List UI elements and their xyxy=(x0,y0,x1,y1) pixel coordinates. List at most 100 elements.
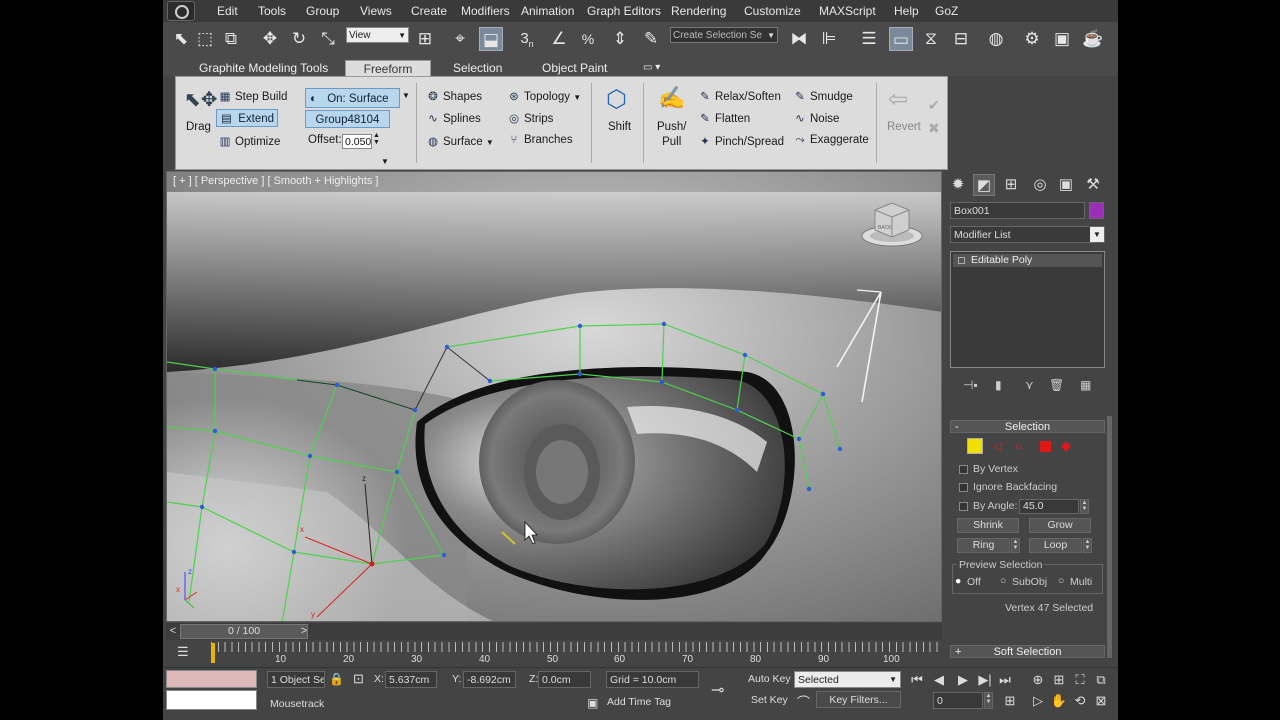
by-angle-spinner[interactable]: ▲ ▼ xyxy=(1080,499,1089,514)
keyboard-shortcut-override-icon[interactable]: ⬓ xyxy=(479,27,503,51)
orbit-icon[interactable]: ⟲ xyxy=(1071,692,1089,710)
ring-spinner[interactable]: ▲ ▼ xyxy=(1011,538,1020,553)
splines-button[interactable]: ∿ Splines xyxy=(426,111,481,125)
render-production-icon[interactable]: ☕ xyxy=(1081,27,1105,51)
default-tangents-icon[interactable]: ⌒ xyxy=(797,692,810,711)
preview-off-radio[interactable]: ● xyxy=(955,575,961,587)
material-editor-icon[interactable]: ◍ xyxy=(984,27,1008,51)
menu-help[interactable]: Help xyxy=(894,4,919,18)
commit-check-icon[interactable]: ✔ xyxy=(928,97,940,114)
menu-customize[interactable]: Customize xyxy=(744,4,801,18)
chevron-down-icon[interactable]: ▼ xyxy=(402,91,410,100)
maximize-viewport-icon[interactable]: ⊠ xyxy=(1092,692,1110,710)
app-logo-icon[interactable] xyxy=(167,1,195,21)
vertex-mode-icon[interactable] xyxy=(967,438,983,454)
field-of-view-icon[interactable]: ▷ xyxy=(1029,692,1047,710)
optimize-button[interactable]: ▥ Optimize xyxy=(218,134,281,148)
rect-region-icon[interactable]: ⬚ xyxy=(193,27,217,51)
edit-named-selection-icon[interactable]: ✎ xyxy=(639,27,663,51)
push-pull-icon[interactable]: ✍ xyxy=(658,85,685,111)
menu-create[interactable]: Create xyxy=(411,4,447,18)
display-tab-icon[interactable]: ▣ xyxy=(1055,174,1077,196)
selection-rollout-header[interactable]: - Selection xyxy=(950,420,1105,433)
mirror-icon[interactable]: ⧓ xyxy=(787,27,811,51)
smudge-button[interactable]: ✎ Smudge xyxy=(793,89,853,103)
zoom-all-icon[interactable]: ⊞ xyxy=(1050,671,1068,689)
menu-group[interactable]: Group xyxy=(306,4,339,18)
element-mode-icon[interactable]: ◆ xyxy=(1061,438,1071,454)
make-unique-icon[interactable]: ⋎ xyxy=(1025,378,1034,392)
extend-button[interactable]: ▤ Extend xyxy=(216,109,278,127)
menu-animation[interactable]: Animation xyxy=(521,4,574,18)
time-configuration-icon[interactable]: ⊞ xyxy=(1001,692,1019,710)
remove-modifier-icon[interactable]: 🗑 xyxy=(1049,378,1064,392)
topology-button[interactable]: ⊛ Topology ▼ xyxy=(507,89,581,103)
spinner-snap-icon[interactable]: ⇕ xyxy=(608,27,632,51)
z-coordinate-field[interactable]: 0.0cm xyxy=(538,671,591,688)
y-coordinate-field[interactable]: -8.692cm xyxy=(463,671,516,688)
modifier-stack-list[interactable]: Editable Poly xyxy=(950,251,1105,368)
show-end-result-icon[interactable]: ▮ xyxy=(995,378,1002,392)
flatten-button[interactable]: ✎ Flatten xyxy=(698,111,750,125)
key-mode-select[interactable]: Selected ▼ xyxy=(794,671,901,688)
border-mode-icon[interactable]: ○ xyxy=(1015,439,1022,453)
maxscript-listener-white[interactable] xyxy=(166,690,257,710)
ring-button[interactable]: Ring xyxy=(957,538,1010,553)
current-frame-field[interactable]: 0 xyxy=(933,692,983,709)
polygon-mode-icon[interactable] xyxy=(1040,441,1051,452)
cancel-x-icon[interactable]: ✖ xyxy=(928,120,940,137)
named-selection-set-select[interactable]: Create Selection Se ▼ xyxy=(670,27,778,43)
ribbon-options-icon[interactable]: ▭ ▾ xyxy=(643,60,660,76)
absolute-mode-icon[interactable]: ⊡ xyxy=(353,671,364,687)
pan-view-icon[interactable]: ✋ xyxy=(1050,692,1068,710)
preview-subobj-radio[interactable]: ○ xyxy=(1000,575,1006,587)
set-key-mode-icon[interactable]: ⊸ xyxy=(711,680,724,700)
shapes-button[interactable]: ❂ Shapes xyxy=(426,89,482,103)
soft-selection-rollout-header[interactable]: + Soft Selection xyxy=(950,645,1105,658)
graphite-toggle-icon[interactable]: ▭ xyxy=(889,27,913,51)
panel-expand-icon[interactable]: ▼ xyxy=(381,157,389,166)
menu-maxscript[interactable]: MAXScript xyxy=(819,4,876,18)
window-crossing-icon[interactable]: ⧉ xyxy=(219,27,243,51)
strips-button[interactable]: ◎ Strips xyxy=(507,111,553,125)
drag-icon[interactable]: ⬉✥ xyxy=(184,87,218,112)
shift-button[interactable]: Shift xyxy=(608,121,631,133)
hierarchy-tab-icon[interactable]: ⊞ xyxy=(1000,174,1022,196)
push-pull-button[interactable]: Push/ Pull xyxy=(657,120,686,150)
by-vertex-checkbox[interactable] xyxy=(959,465,968,474)
track-bar[interactable]: ☰ 10 20 30 40 50 60 70 80 90 100 xyxy=(163,640,943,666)
menu-graph-editors[interactable]: Graph Editors xyxy=(587,4,661,18)
schematic-view-icon[interactable]: ⊟ xyxy=(949,27,973,51)
x-coordinate-field[interactable]: 5.637cm xyxy=(385,671,437,688)
pin-stack-icon[interactable]: ⊣▪ xyxy=(963,378,978,392)
stack-item-editable-poly[interactable]: Editable Poly xyxy=(953,254,1102,267)
render-setup-icon[interactable]: ⚙ xyxy=(1020,27,1044,51)
object-name-field[interactable]: Box001 xyxy=(950,202,1085,219)
menu-rendering[interactable]: Rendering xyxy=(671,4,726,18)
viewport-label[interactable]: [ + ] [ Perspective ] [ Smooth + Highlig… xyxy=(173,175,378,187)
maxscript-listener-pink[interactable] xyxy=(166,670,257,688)
rendered-frame-icon[interactable]: ▣ xyxy=(1050,27,1074,51)
by-angle-checkbox[interactable] xyxy=(959,502,968,511)
menu-modifiers[interactable]: Modifiers xyxy=(461,4,510,18)
menu-goz[interactable]: GoZ xyxy=(935,4,958,18)
auto-key-button[interactable]: Auto Key xyxy=(748,673,791,685)
ignore-backfacing-checkbox[interactable] xyxy=(959,483,968,492)
utilities-tab-icon[interactable]: ⚒ xyxy=(1082,174,1104,196)
surface-button[interactable]: ◍ Surface ▼ xyxy=(426,134,494,148)
relax-soften-button[interactable]: ✎ Relax/Soften xyxy=(698,89,781,103)
layer-manager-icon[interactable]: ☰ xyxy=(857,27,881,51)
previous-frame-icon[interactable]: ◀ xyxy=(930,671,948,689)
tab-graphite-modeling-tools[interactable]: Graphite Modeling Tools xyxy=(199,60,328,76)
modifier-list-dropdown[interactable]: Modifier List ▼ xyxy=(950,226,1105,243)
offset-spinner-icon[interactable]: ▲ ▼ xyxy=(373,132,380,146)
step-build-button[interactable]: ▦ Step Build xyxy=(218,89,288,103)
menu-tools[interactable]: Tools xyxy=(258,4,286,18)
reference-coord-select[interactable]: View ▼ xyxy=(346,27,409,43)
pinch-spread-button[interactable]: ✦ Pinch/Spread xyxy=(698,134,784,148)
drag-button[interactable]: Drag xyxy=(186,121,211,133)
time-prev-icon[interactable]: < xyxy=(166,623,180,640)
on-surface-button[interactable]: ◐ On: Surface xyxy=(305,88,400,108)
go-to-start-icon[interactable]: ⏮ xyxy=(908,671,926,689)
preview-multi-radio[interactable]: ○ xyxy=(1058,575,1064,587)
